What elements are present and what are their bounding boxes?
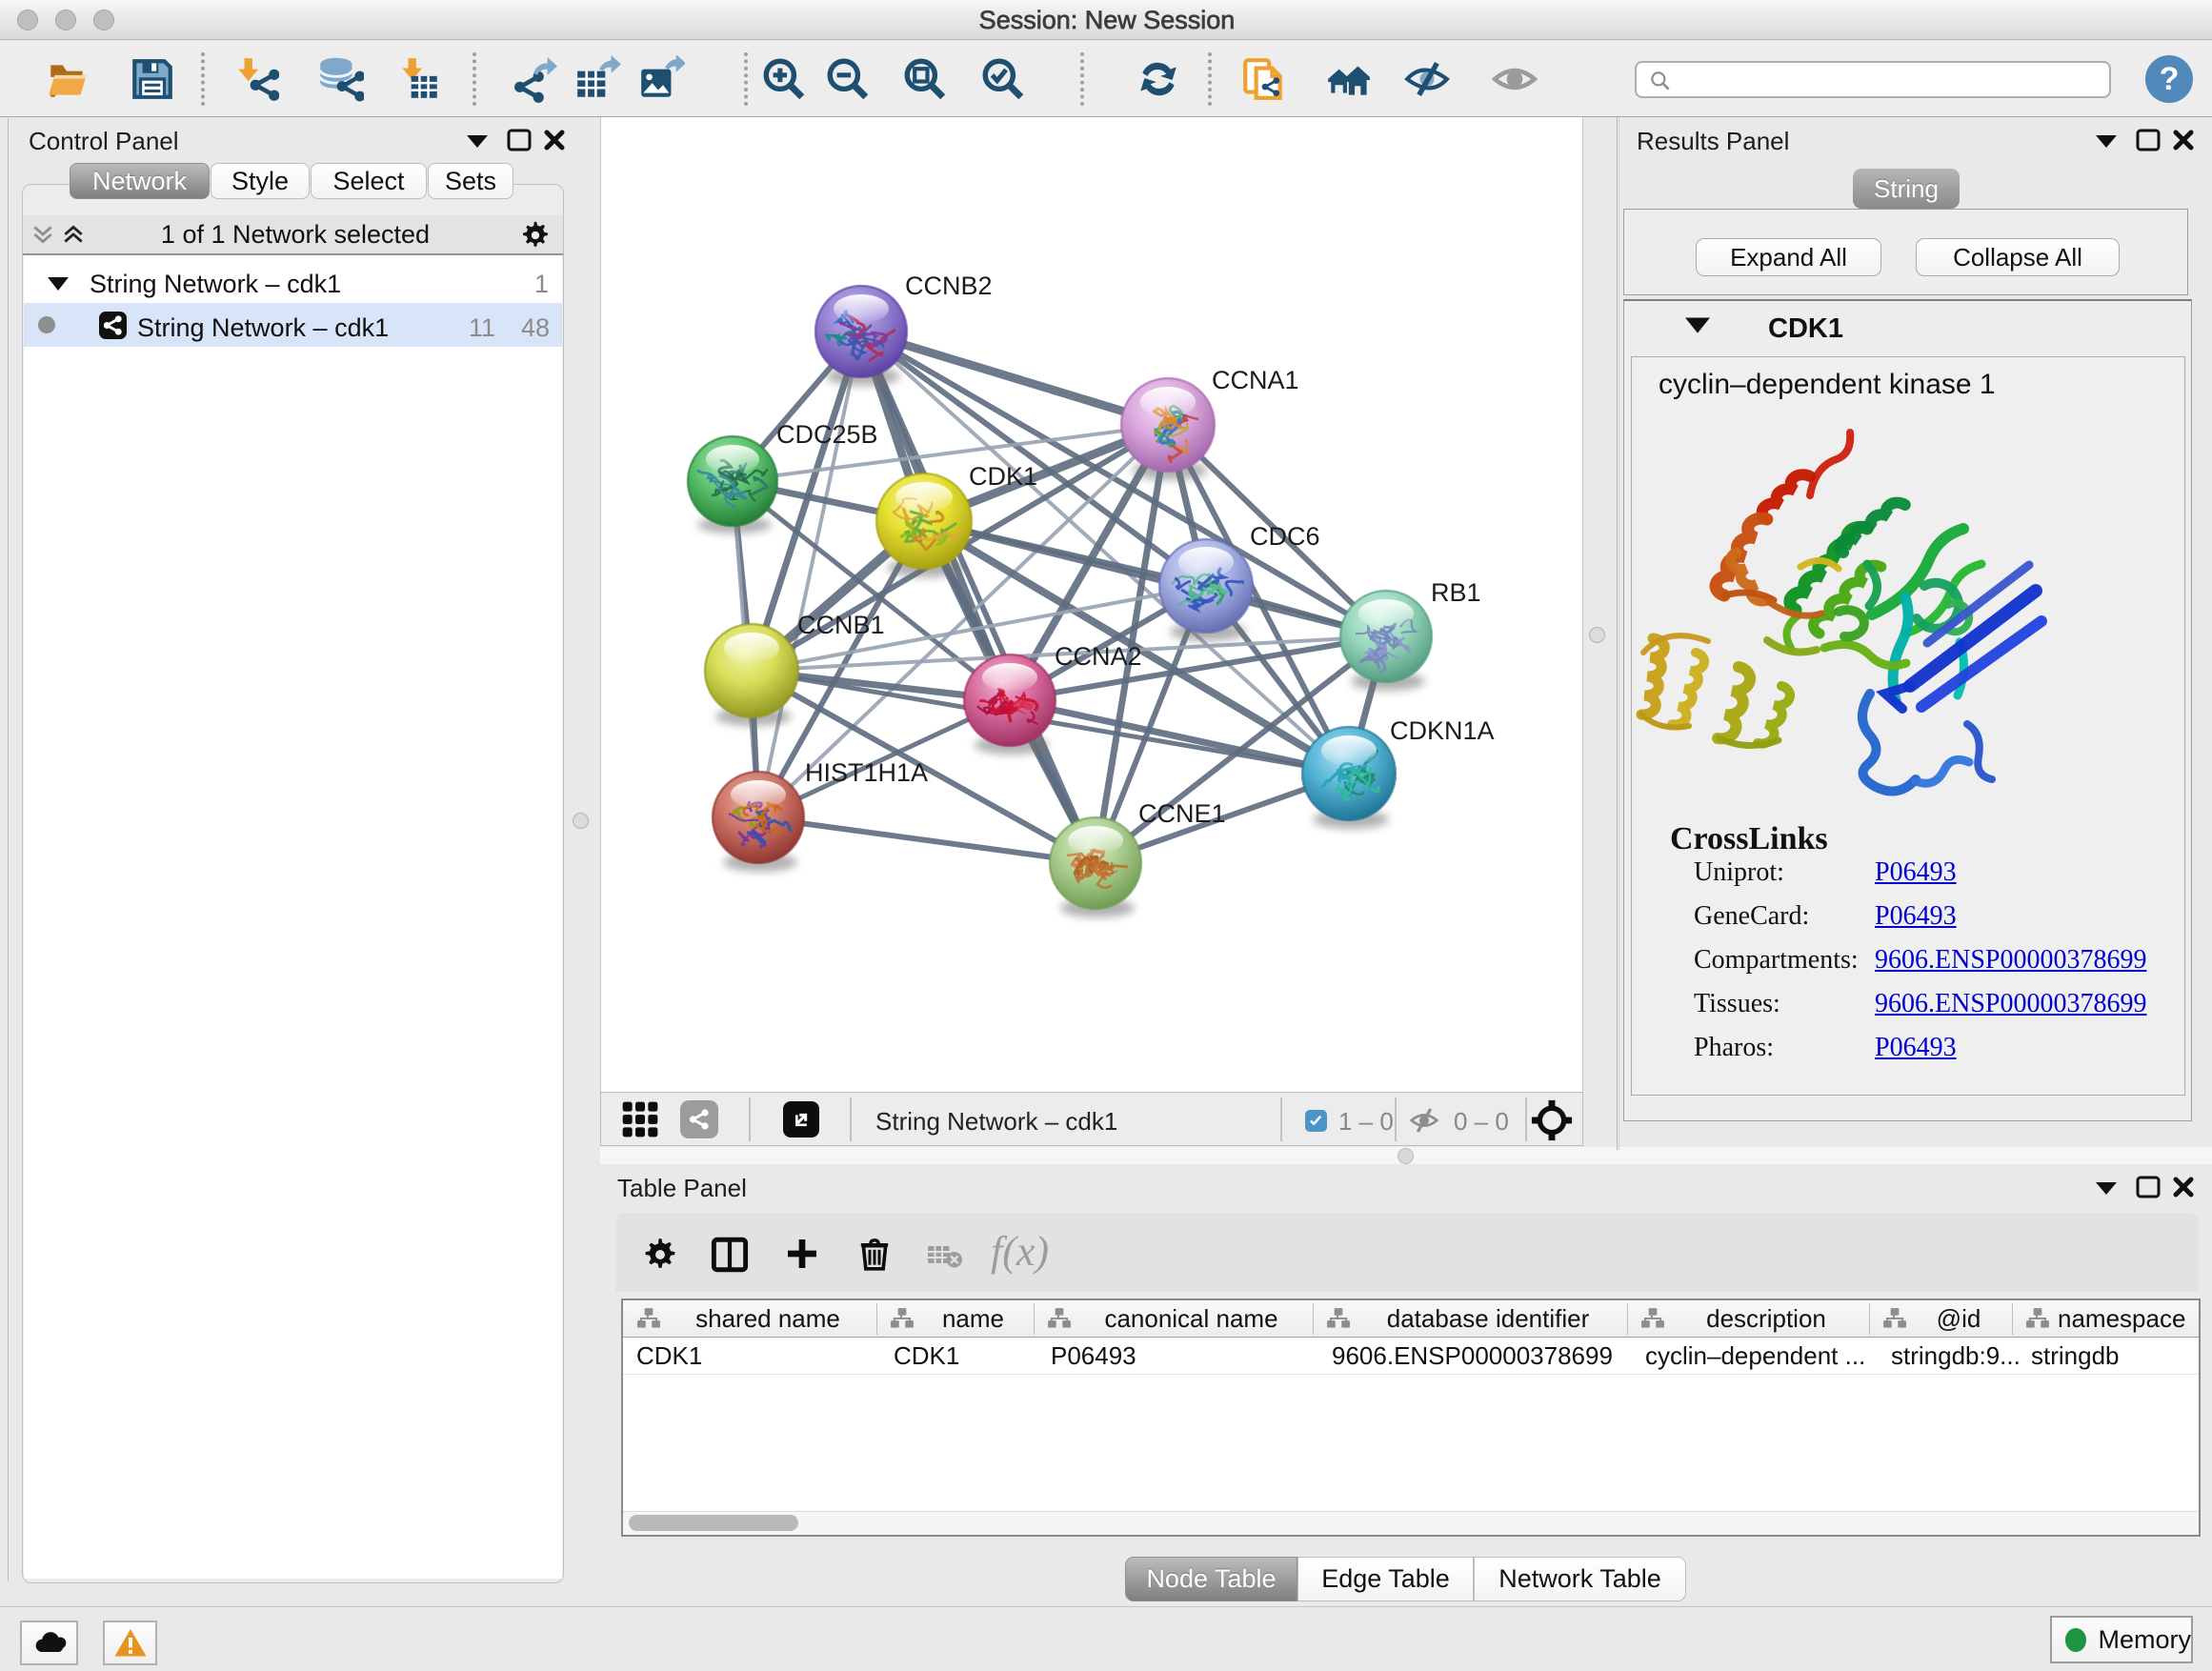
svg-text:CCNA1: CCNA1 [1212,366,1299,394]
svg-text:CDC25B: CDC25B [776,420,878,449]
svg-text:CCNE1: CCNE1 [1138,799,1226,828]
svg-text:CDC6: CDC6 [1250,522,1320,551]
svg-text:CCNB2: CCNB2 [905,272,993,300]
svg-text:CDKN1A: CDKN1A [1390,716,1495,745]
svg-text:CDK1: CDK1 [969,462,1037,491]
svg-text:CCNB1: CCNB1 [797,611,885,639]
svg-text:CCNA2: CCNA2 [1055,642,1142,671]
svg-text:RB1: RB1 [1431,578,1481,607]
svg-text:HIST1H1A: HIST1H1A [805,758,928,787]
